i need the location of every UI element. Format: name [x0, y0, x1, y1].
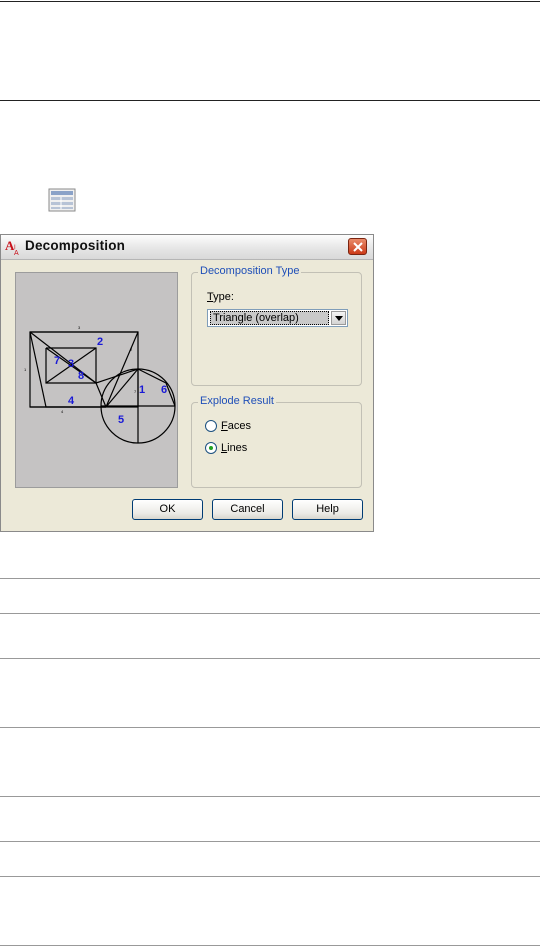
svg-text:7: 7	[134, 389, 137, 394]
table-rule-1	[0, 578, 540, 579]
svg-text:3: 3	[68, 358, 74, 370]
cancel-button[interactable]: Cancel	[212, 499, 283, 520]
chevron-down-icon	[335, 316, 343, 321]
svg-text:4: 4	[68, 395, 75, 407]
explode-result-group: Explode Result Faces Lines	[191, 395, 362, 488]
table-rule-4	[0, 727, 540, 728]
svg-text:6: 6	[161, 384, 167, 396]
svg-text:5: 5	[118, 414, 124, 426]
autocad-logo-icon: A I A	[5, 238, 23, 257]
decomposition-preview: 3 2 1 4 7 2 4 1 5 6 7 8 3	[15, 272, 178, 488]
faces-radio-button[interactable]	[205, 420, 217, 432]
decomposition-dialog: A I A Decomposition 3 2 1 4 7 2 4 1 5 6 …	[0, 234, 374, 532]
type-dropdown[interactable]: Triangle (overlap)	[207, 309, 348, 327]
svg-text:2: 2	[97, 336, 103, 348]
svg-text:4: 4	[61, 409, 64, 414]
close-icon	[353, 242, 363, 252]
table-rule-3	[0, 658, 540, 659]
decomposition-type-group: Decomposition Type Type: Triangle (overl…	[191, 265, 362, 386]
svg-text:3: 3	[78, 325, 81, 330]
svg-text:1: 1	[24, 367, 27, 372]
top-divider	[0, 1, 540, 2]
dialog-titlebar[interactable]: A I A Decomposition	[1, 235, 373, 260]
svg-text:8: 8	[78, 370, 84, 382]
svg-text:2: 2	[130, 347, 133, 352]
faces-label: Faces	[221, 420, 251, 432]
svg-text:7: 7	[54, 355, 60, 367]
lines-radio-button[interactable]	[205, 442, 217, 454]
type-dropdown-value: Triangle (overlap)	[210, 311, 329, 325]
help-button[interactable]: Help	[292, 499, 363, 520]
table-rule-5	[0, 796, 540, 797]
table-rule-6	[0, 841, 540, 842]
ok-button[interactable]: OK	[132, 499, 203, 520]
svg-text:A: A	[14, 250, 19, 256]
svg-text:1: 1	[139, 384, 145, 396]
section-divider	[0, 100, 540, 101]
table-rule-2	[0, 613, 540, 614]
decomposition-toolbar-icon[interactable]	[48, 188, 76, 212]
explode-result-legend: Explode Result	[198, 395, 276, 407]
table-rule-7	[0, 876, 540, 877]
dialog-title: Decomposition	[25, 238, 126, 253]
close-button[interactable]	[348, 238, 367, 255]
decomposition-type-legend: Decomposition Type	[198, 265, 302, 277]
dropdown-arrow-button[interactable]	[331, 311, 346, 325]
lines-label: Lines	[221, 442, 248, 454]
type-label: Type:	[207, 291, 234, 303]
